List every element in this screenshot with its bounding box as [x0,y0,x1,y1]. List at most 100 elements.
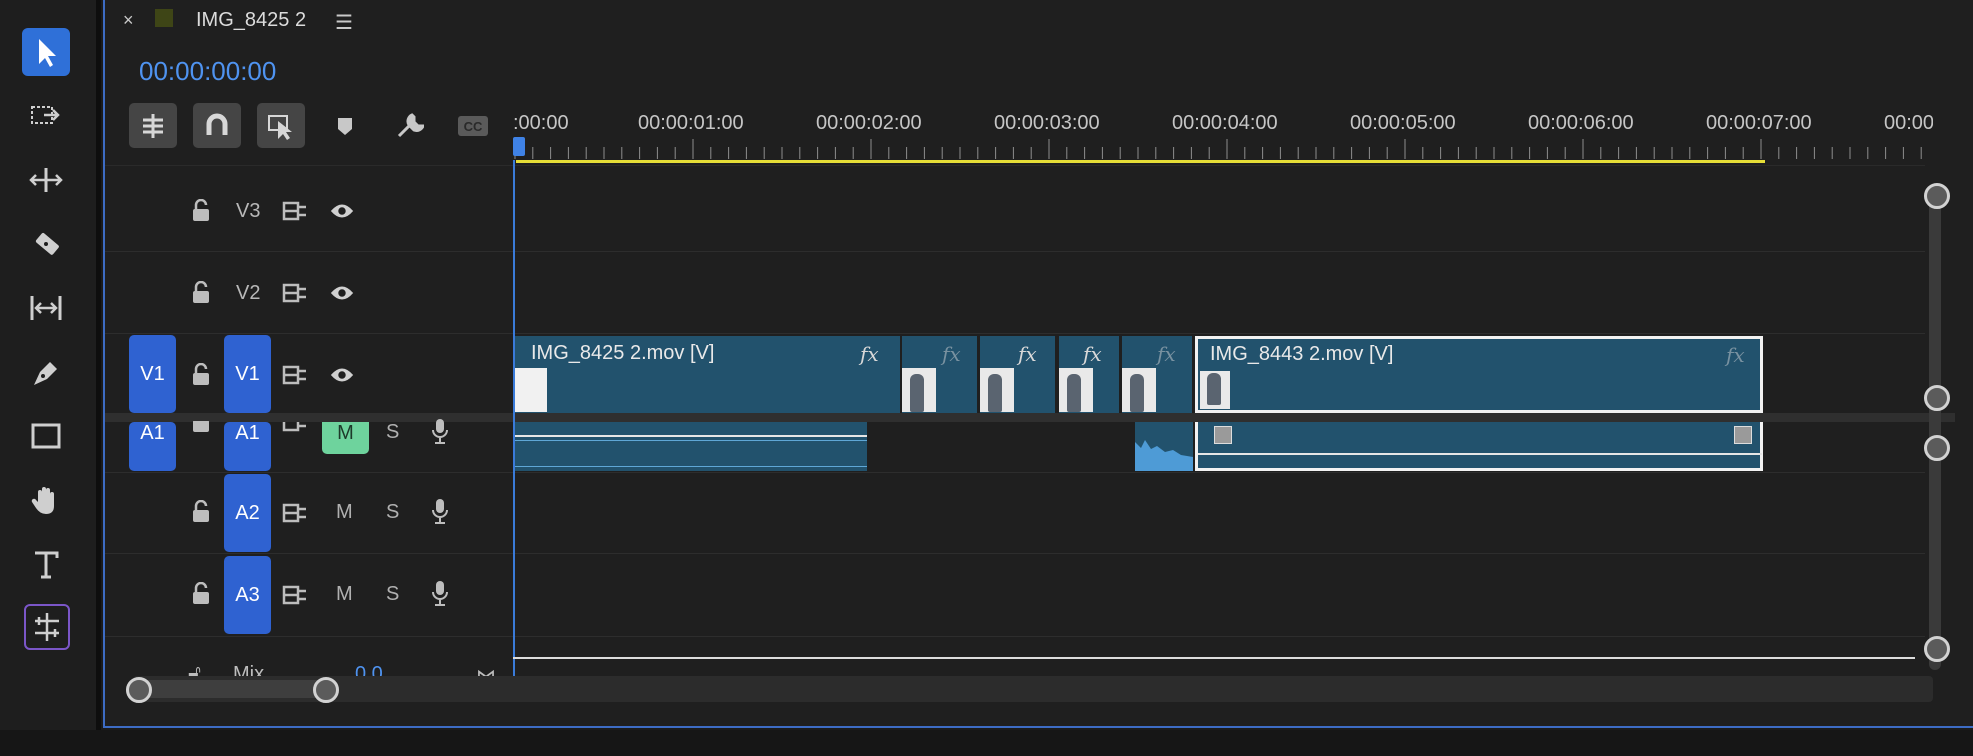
lock-icon[interactable] [188,581,214,607]
ruler-label: 00:00:02:00 [816,112,922,134]
fx-badge[interactable]: fx [1083,342,1102,366]
audio-clip-waveform[interactable] [1135,422,1193,471]
remix-icon[interactable] [24,604,70,650]
captions-icon[interactable]: CC [457,110,489,142]
ruler-label: 00:00:06:00 [1528,112,1634,134]
ruler-label: 00:00:01:00 [638,112,744,134]
track-label-v3: V3 [236,200,261,222]
hand-icon[interactable] [22,476,70,524]
fx-badge[interactable]: fx [860,342,879,366]
pen-icon[interactable] [22,348,70,396]
transition-icon[interactable] [1214,426,1232,444]
sequence-tab-title[interactable]: IMG_8425 2 [196,9,306,32]
eye-icon[interactable] [329,280,355,306]
vertical-scrollbar[interactable] [1929,185,1941,670]
panel-divider[interactable] [96,0,101,730]
video-audio-divider[interactable] [105,413,1955,422]
ruler-label: 00:00:05:00 [1350,112,1456,134]
clip-thumbnail [515,368,547,412]
track-target-a1[interactable]: A1 [224,422,271,471]
microphone-icon[interactable] [427,419,453,444]
type-icon[interactable] [22,540,70,588]
fx-badge[interactable]: fx [1726,343,1745,367]
ruler-label: 00:00:04:00 [1172,112,1278,134]
linked-selection-button[interactable] [257,103,305,148]
track-target-v1[interactable]: V1 [224,335,271,413]
source-patch-a1[interactable]: A1 [129,422,176,471]
lock-icon[interactable] [188,499,214,525]
vscroll-handle-mid[interactable] [1924,385,1950,411]
solo-button-a2[interactable]: S [386,501,399,524]
lock-icon[interactable] [188,362,214,388]
sync-lock-icon[interactable] [282,500,308,526]
playhead-line[interactable] [513,160,515,680]
tools-panel [0,0,96,730]
source-patch-v1[interactable]: V1 [129,335,176,413]
clip-video[interactable]: fx [1122,336,1192,413]
fx-badge[interactable]: fx [1157,342,1176,366]
eye-icon[interactable] [329,362,355,388]
solo-button-a1[interactable]: S [386,421,399,444]
horizontal-scrollbar[interactable] [133,676,1933,702]
zoom-scroll-thumb[interactable] [138,680,328,698]
fx-badge[interactable]: fx [1018,342,1037,366]
clip-video[interactable]: fx [902,336,977,413]
audio-clip-img-8443-selected[interactable] [1195,422,1763,471]
track-target-a2[interactable]: A2 [224,474,271,552]
track-select-forward-icon[interactable] [22,92,70,140]
vscroll-handle-audio-top[interactable] [1924,435,1950,461]
vscroll-handle-bottom[interactable] [1924,636,1950,662]
ruler-label: :00:00 [513,112,569,134]
clip-thumbnail [1200,371,1230,409]
clip-name: IMG_8443 2.mov [V] [1210,343,1394,365]
transition-icon[interactable] [1734,426,1752,444]
wrench-icon[interactable] [393,110,425,142]
vscroll-handle-top[interactable] [1924,183,1950,209]
clip-video[interactable]: fx [980,336,1055,413]
ruler-label: 00:00 [1884,112,1933,134]
ruler-label: 00:00:07:00 [1706,112,1812,134]
slip-icon[interactable] [22,284,70,332]
eye-icon[interactable] [329,198,355,224]
solo-button-a3[interactable]: S [386,583,399,606]
tab-menu-icon[interactable]: ☰ [335,10,353,35]
zoom-handle-left[interactable] [126,677,152,703]
work-area-bar[interactable] [516,160,1765,163]
sync-lock-icon[interactable] [282,422,308,440]
microphone-icon[interactable] [427,499,453,525]
zoom-handle-right[interactable] [313,677,339,703]
mute-button-a3[interactable]: M [336,583,353,606]
close-tab-button[interactable]: × [123,10,134,31]
track-target-a3[interactable]: A3 [224,556,271,634]
mute-button-a2[interactable]: M [336,501,353,524]
sync-lock-icon[interactable] [282,362,308,388]
sync-lock-icon[interactable] [282,582,308,608]
mute-button-a1[interactable]: M [322,422,369,454]
playhead-handle[interactable] [513,137,525,156]
lock-icon[interactable] [188,421,214,443]
lock-icon[interactable] [188,280,214,306]
rectangle-icon[interactable] [22,412,70,460]
fx-badge[interactable]: fx [942,342,961,366]
clip-thumbnail [1059,368,1093,412]
mix-track-header: 🔓︎ Mix 0.0 ⋈ [180,658,510,678]
sync-lock-icon[interactable] [282,198,308,224]
razor-icon[interactable] [22,220,70,268]
clip-img-8443-video-selected[interactable]: IMG_8443 2.mov [V] fx [1195,336,1763,413]
clip-thumbnail [1122,368,1156,412]
clip-name: IMG_8425 2.mov [V] [531,342,715,364]
snap-button[interactable] [193,103,241,148]
clip-video[interactable]: fx [1059,336,1119,413]
playhead-timecode[interactable]: 00:00:00:00 [139,56,276,87]
audio-clip-img-8425[interactable] [515,422,867,471]
clip-img-8425-video[interactable]: IMG_8425 2.mov [V] fx [515,336,900,413]
sync-lock-icon[interactable] [282,280,308,306]
selection-tool-icon[interactable] [22,28,70,76]
microphone-icon[interactable] [427,581,453,607]
nest-sequences-button[interactable] [129,103,177,148]
clip-thumbnail [902,368,936,412]
lock-icon[interactable] [188,198,214,224]
add-marker-icon[interactable] [329,110,361,142]
track-label-v2: V2 [236,282,261,304]
ripple-edit-icon[interactable] [22,156,70,204]
